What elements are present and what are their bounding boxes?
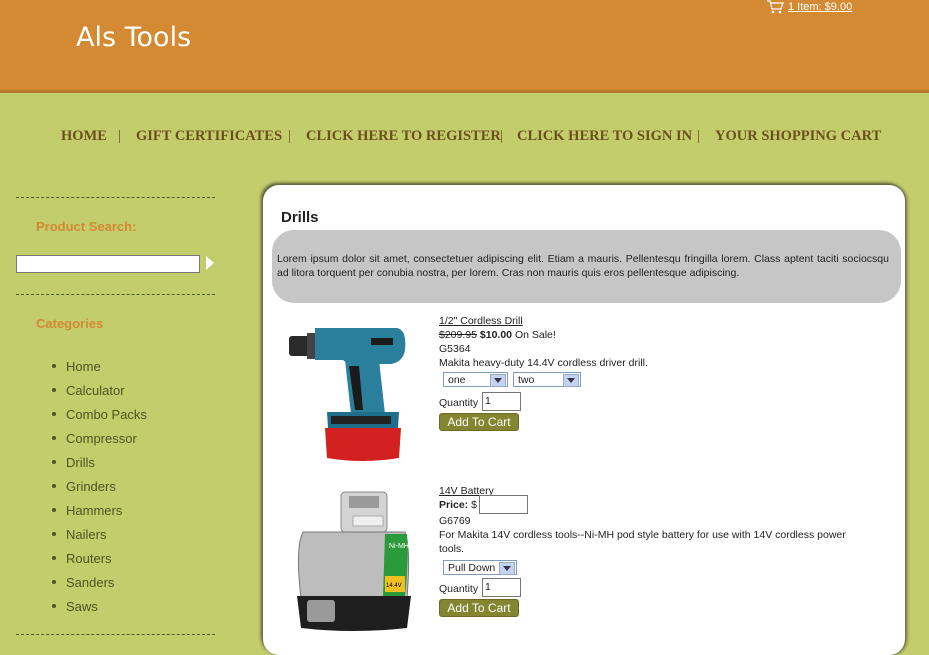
category-label[interactable]: Combo Packs [66,407,147,422]
nav-separator: | [500,128,503,144]
bullet-icon [52,484,56,488]
cart-summary-text[interactable]: 1 Item: $9.00 [788,1,852,13]
category-item-calculator[interactable]: Calculator [52,378,147,402]
product-name-link[interactable]: 1/2" Cordless Drill [439,314,523,328]
shopping-cart-icon [767,0,784,14]
product-price-line: $209.95 $10.00 On Sale! [439,328,556,342]
bullet-icon [52,460,56,464]
option-select-2[interactable]: two [513,372,581,387]
category-description-box: Lorem ipsum dolor sit amet, consectetuer… [272,230,901,303]
option-select-1[interactable]: one [443,372,508,387]
category-label[interactable]: Saws [66,599,98,614]
category-description: Lorem ipsum dolor sit amet, consectetuer… [277,253,889,279]
chevron-down-icon [563,374,579,387]
category-item-nailers[interactable]: Nailers [52,522,147,546]
nav-separator: | [288,128,291,144]
category-item-hammers[interactable]: Hammers [52,498,147,522]
chevron-down-icon [499,562,515,575]
price-input[interactable] [479,495,528,514]
search-submit-arrow-icon[interactable] [206,256,214,270]
category-item-sanders[interactable]: Sanders [52,570,147,594]
cordless-drill-image[interactable] [287,316,413,464]
category-label[interactable]: Routers [66,551,112,566]
sidebar-divider [16,294,215,295]
main-navigation: HOME | GIFT CERTIFICATES | CLICK HERE TO… [0,128,929,148]
category-item-grinders[interactable]: Grinders [52,474,147,498]
category-label[interactable]: Calculator [66,383,125,398]
page-title: Drills [281,209,319,226]
category-label[interactable]: Hammers [66,503,122,518]
category-item-saws[interactable]: Saws [52,594,147,618]
category-item-routers[interactable]: Routers [52,546,147,570]
category-label[interactable]: Grinders [66,479,116,494]
category-item-drills[interactable]: Drills [52,450,147,474]
categories-heading: Categories [36,316,104,331]
bullet-icon [52,436,56,440]
nav-register[interactable]: CLICK HERE TO REGISTER [306,128,501,145]
battery-pack-image[interactable]: Ni-MH 14.4V [293,488,413,634]
product-description: Makita heavy-duty 14.4V cordless driver … [439,357,648,369]
category-label[interactable]: Drills [66,455,95,470]
bullet-icon [52,508,56,512]
nav-gift-certificates[interactable]: GIFT CERTIFICATES [136,128,282,145]
quantity-input[interactable]: 1 [482,392,521,411]
category-item-home[interactable]: Home [52,354,147,378]
option-select-value: one [448,374,466,386]
quantity-input[interactable]: 1 [482,578,521,597]
site-header: Als Tools 1 Item: $9.00 [0,0,929,93]
price-label: Price: [439,499,469,511]
add-to-cart-button[interactable]: Add To Cart [439,599,519,617]
bullet-icon [52,556,56,560]
chevron-down-icon [490,374,506,387]
category-label[interactable]: Compressor [66,431,137,446]
product-search-heading: Product Search: [36,219,137,234]
nav-home[interactable]: HOME [61,128,107,145]
option-select-value: two [518,374,535,386]
product-description-line-2: tools. [439,543,465,555]
sale-price: $10.00 [479,329,513,341]
battery-voltage-label: 14.4V [386,583,402,589]
bullet-icon [52,388,56,392]
product-sku: G5364 [439,343,471,355]
bullet-icon [52,580,56,584]
category-label[interactable]: Nailers [66,527,106,542]
category-item-combo-packs[interactable]: Combo Packs [52,402,147,426]
quantity-label: Quantity [439,397,479,409]
category-label[interactable]: Home [66,359,101,374]
battery-type-label: Ni-MH [389,543,409,550]
product-search-input[interactable] [16,255,200,273]
sidebar-divider [16,197,215,198]
bullet-icon [52,604,56,608]
product-description-line-1: For Makita 14V cordless tools--Ni-MH pod… [439,529,846,541]
nav-separator: | [118,128,121,144]
site-title[interactable]: Als Tools [76,22,191,53]
bullet-icon [52,364,56,368]
cart-summary-link[interactable]: 1 Item: $9.00 [766,0,852,14]
sidebar-divider [16,634,215,635]
product-sku: G6769 [439,515,471,527]
price-prefix: $ [471,499,477,511]
quantity-label: Quantity [439,583,479,595]
main-content-panel: Drills Lorem ipsum dolor sit amet, conse… [263,185,905,655]
price-label-line: Price: $ [439,498,477,512]
option-select-value: Pull Down [448,562,496,574]
category-item-compressor[interactable]: Compressor [52,426,147,450]
sale-badge: On Sale! [514,329,556,341]
nav-shopping-cart[interactable]: YOUR SHOPPING CART [715,128,881,145]
bullet-icon [52,412,56,416]
nav-separator: | [697,128,700,144]
nav-sign-in[interactable]: CLICK HERE TO SIGN IN [517,128,692,145]
category-label[interactable]: Sanders [66,575,114,590]
original-price: $209.95 [439,329,477,341]
bullet-icon [52,532,56,536]
category-list: Home Calculator Combo Packs Compressor D… [52,354,147,618]
add-to-cart-button[interactable]: Add To Cart [439,413,519,431]
option-select-1[interactable]: Pull Down [443,560,517,575]
